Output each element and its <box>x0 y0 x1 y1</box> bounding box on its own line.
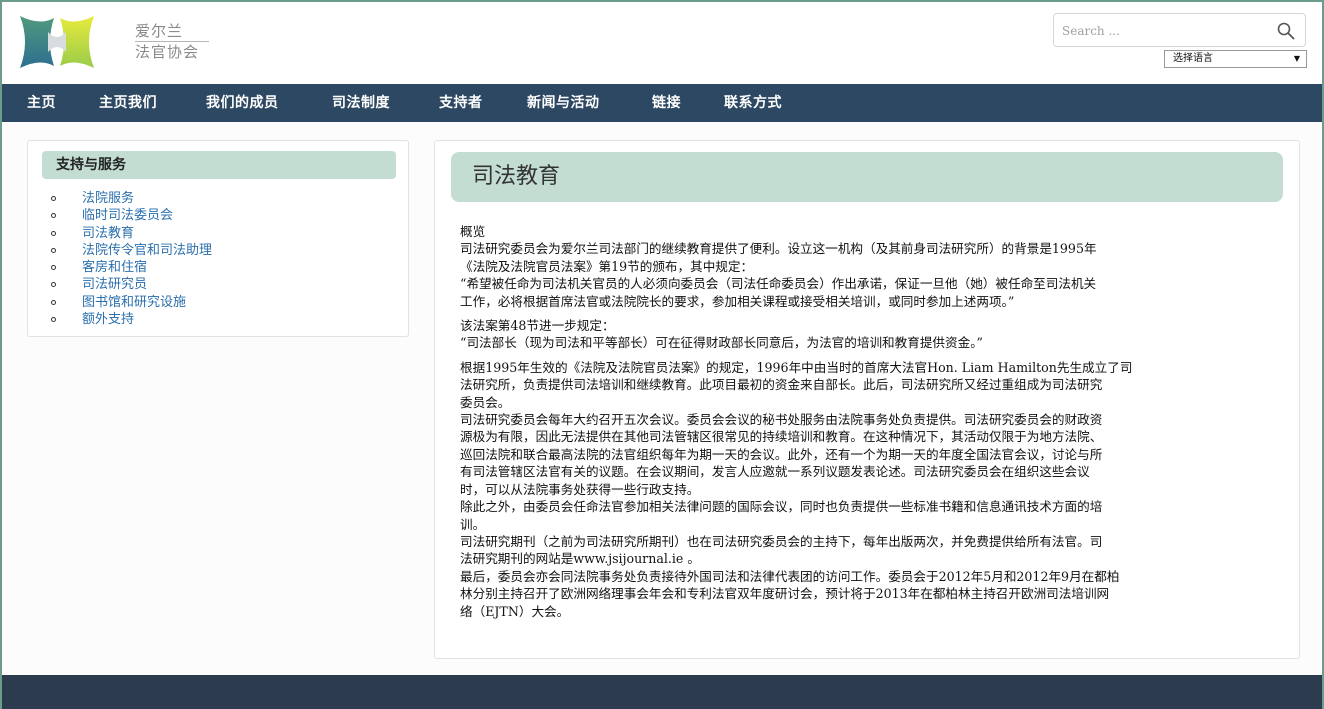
article-line: 络（EJTN）大会。 <box>460 603 570 619</box>
article-line: 除此之外，由委员会任命法官参加相关法律问题的国际会议，同时也负责提供一些标准书籍… <box>460 499 1103 515</box>
article-line: “司法部长（现为司法和平等部长）可在征得财政部长同意后，为法官的培训和教育提供资… <box>460 335 983 351</box>
sidebar-link[interactable]: 法院传令官和司法助理 <box>82 243 212 258</box>
nav-about[interactable]: 主页我们 <box>99 84 157 122</box>
article-line: 该法案第48节进一步规定： <box>460 318 615 334</box>
nav-members[interactable]: 我们的成员 <box>206 84 279 122</box>
language-select-value: 选择语言 <box>1173 53 1213 64</box>
search-input[interactable] <box>1062 20 1262 42</box>
sidebar-link[interactable]: 法院服务 <box>82 191 134 206</box>
article-line: 工作，必将根据首席法官或法院院长的要求，参加相关课程或接受相关培训，或同时参加上… <box>460 293 1015 309</box>
nav-judicial-system[interactable]: 司法制度 <box>332 84 390 122</box>
article-line: 训。 <box>460 516 486 532</box>
article-line: 源极为有限，因此无法提供在其他司法管辖区很常见的持续培训和教育。在这种情况下，其… <box>460 429 1103 445</box>
nav-links[interactable]: 链接 <box>652 84 681 122</box>
logo-text[interactable]: 爱尔兰 法官协会 <box>135 22 209 61</box>
footer <box>2 675 1322 709</box>
article-paragraph: 概览 司法研究委员会为爱尔兰司法部门的继续教育提供了便利。设立这一机构（及其前身… <box>460 223 1280 310</box>
search-box <box>1053 13 1306 47</box>
nav-news-events[interactable]: 新闻与活动 <box>527 84 600 122</box>
bullet-icon <box>51 213 56 219</box>
sidebar-item-judicial-education: 司法教育 <box>48 225 212 242</box>
sidebar-item-court-service: 法院服务 <box>48 190 212 207</box>
bullet-icon <box>51 299 56 305</box>
article-line: 概览 <box>460 224 486 239</box>
article-line: 《法院及法院官员法案》第19节的颁布，其中规定： <box>460 258 754 274</box>
nav-home[interactable]: 主页 <box>27 84 56 122</box>
page-title: 司法教育 <box>451 152 1283 202</box>
article-line: 委员会。 <box>460 394 511 410</box>
bullet-icon <box>51 265 56 271</box>
logo-icon[interactable] <box>18 14 96 70</box>
article-line: 司法研究期刊（之前为司法研究所期刊）也在司法研究委员会的主持下，每年出版两次，并… <box>460 533 1103 549</box>
bullet-icon <box>51 196 56 201</box>
article-line: 林分别主持召开了欧洲网络理事会年会和专利法官双年度研讨会，预计将于2013年在都… <box>460 586 1110 602</box>
article-line: 最后，委员会亦会同法院事务处负责接待外国司法和法律代表团的访问工作。委员会于20… <box>460 568 1120 584</box>
main-navbar: 主页 主页我们 我们的成员 司法制度 支持者 新闻与活动 链接 联系方式 <box>2 84 1322 122</box>
article-line: “希望被任命为司法机关官员的人必须向委员会（司法任命委员会）作出承诺，保证一旦他… <box>460 276 1097 292</box>
search-icon[interactable] <box>1277 22 1295 40</box>
article-body: 概览 司法研究委员会为爱尔兰司法部门的继续教育提供了便利。设立这一机构（及其前身… <box>460 223 1280 627</box>
language-select[interactable]: 选择语言 ▼ <box>1164 50 1307 68</box>
sidebar-item-extra-support: 额外支持 <box>48 311 212 328</box>
bullet-icon <box>51 282 56 288</box>
sidebar-title: 支持与服务 <box>42 151 396 179</box>
sidebar-link[interactable]: 临时司法委员会 <box>82 208 173 223</box>
sidebar-link[interactable]: 客房和住宿 <box>82 260 147 275</box>
main-content: 司法教育 概览 司法研究委员会为爱尔兰司法部门的继续教育提供了便利。设立这一机构… <box>434 140 1300 659</box>
sidebar-link[interactable]: 额外支持 <box>82 312 134 327</box>
dropdown-arrow-icon: ▼ <box>1293 54 1300 63</box>
sidebar: 支持与服务 法院服务 临时司法委员会 司法教育 法院传令官和司法助理 客房和住宿… <box>27 140 409 337</box>
bullet-icon <box>51 317 56 323</box>
article-line: 有司法管辖区法官有关的议题。在会议期间，发言人应邀就一系列议题发表论述。司法研究… <box>460 464 1090 480</box>
article-line: 根据1995年生效的《法院及法院官员法案》的规定，1996年中由当时的首席大法官… <box>460 359 1133 375</box>
sidebar-item-library: 图书馆和研究设施 <box>48 294 212 311</box>
nav-contact[interactable]: 联系方式 <box>724 84 782 122</box>
article-line: 巡回法院和联合最高法院的法官组织每年为期一天的会议。此外，还有一个为期一天的年度… <box>460 446 1103 462</box>
article-line: 时，可以从法院事务处获得一些行政支持。 <box>460 481 700 497</box>
sidebar-link[interactable]: 图书馆和研究设施 <box>82 295 186 310</box>
sidebar-item-accommodation: 客房和住宿 <box>48 259 212 276</box>
sidebar-link[interactable]: 司法教育 <box>82 226 134 241</box>
article-line: 司法研究委员会为爱尔兰司法部门的继续教育提供了便利。设立这一机构（及其前身司法研… <box>460 241 1097 257</box>
article-line: 司法研究委员会每年大约召开五次会议。委员会会议的秘书处服务由法院事务处负责提供。… <box>460 412 1103 428</box>
header: 爱尔兰 法官协会 选择语言 ▼ <box>2 2 1322 84</box>
article-line: 法研究期刊的网站是www.jsijournal.ie 。 <box>460 551 700 567</box>
logo-line-1: 爱尔兰 <box>135 22 209 42</box>
logo-line-2: 法官协会 <box>135 43 200 61</box>
sidebar-item-interim-committee: 临时司法委员会 <box>48 207 212 224</box>
sidebar-list: 法院服务 临时司法委员会 司法教育 法院传令官和司法助理 客房和住宿 司法研究员… <box>48 190 212 328</box>
sidebar-item-researchers: 司法研究员 <box>48 276 212 293</box>
sidebar-item-tipstaffs: 法院传令官和司法助理 <box>48 242 212 259</box>
bullet-icon <box>51 247 56 253</box>
sidebar-link[interactable]: 司法研究员 <box>82 277 147 292</box>
bullet-icon <box>51 230 56 236</box>
article-line: 法研究所，负责提供司法培训和继续教育。此项目最初的资金来自部长。此后，司法研究所… <box>460 377 1103 393</box>
article-paragraph: 根据1995年生效的《法院及法院官员法案》的规定，1996年中由当时的首席大法官… <box>460 359 1280 620</box>
article-paragraph: 该法案第48节进一步规定： “司法部长（现为司法和平等部长）可在征得财政部长同意… <box>460 317 1280 352</box>
nav-supporters[interactable]: 支持者 <box>439 84 483 122</box>
